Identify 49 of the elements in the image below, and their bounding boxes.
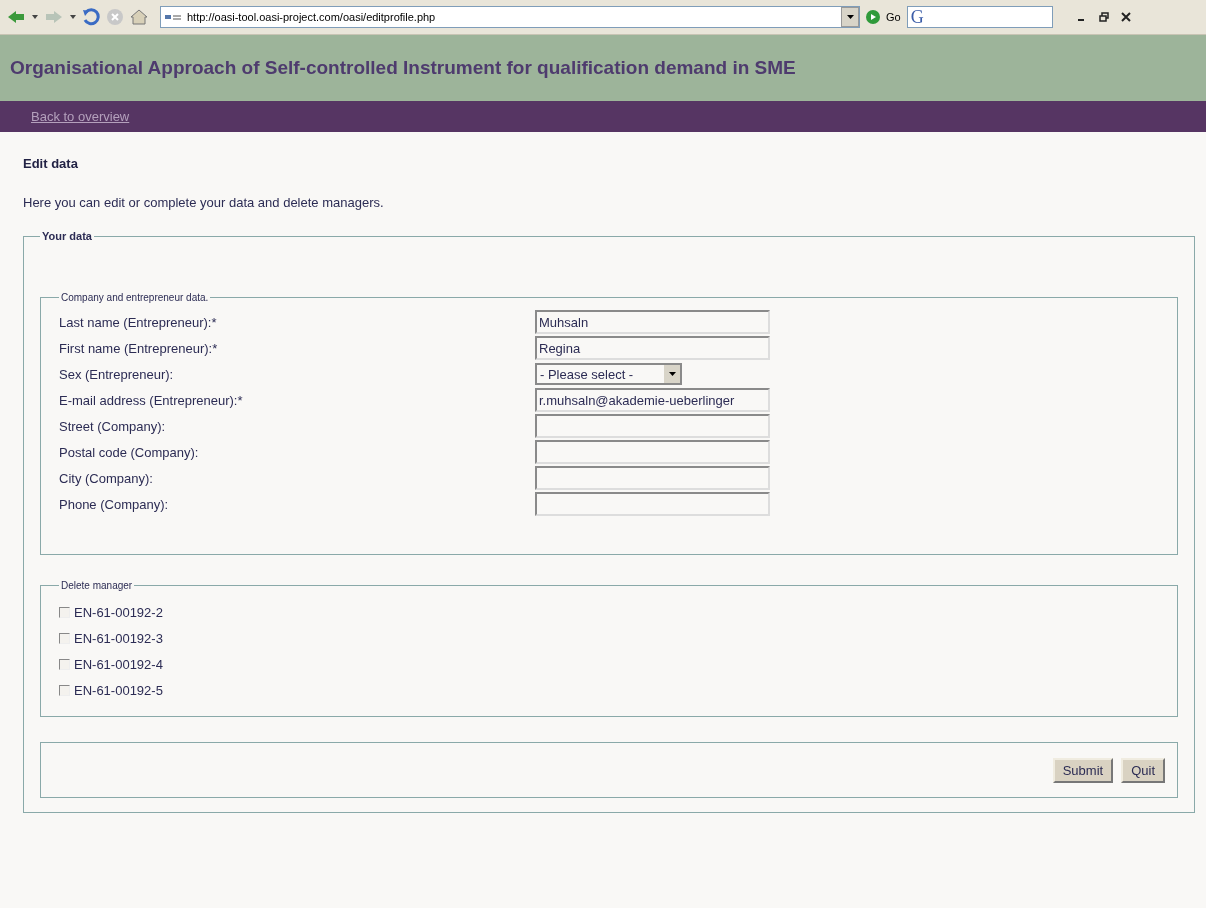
panel-legend: Your data bbox=[40, 230, 94, 242]
input-field[interactable] bbox=[535, 414, 770, 438]
field-label: Postal code (Company): bbox=[59, 444, 200, 460]
select-dropdown[interactable]: - Please select - bbox=[535, 363, 682, 385]
back-arrow-icon[interactable] bbox=[6, 9, 26, 25]
panel-legend: Company and entrepreneur data. bbox=[59, 292, 211, 303]
address-bar[interactable]: http://oasi-tool.oasi-project.com/oasi/editprofile.php bbox=[160, 6, 860, 28]
manager-label: EN-61-00192-5 bbox=[74, 682, 163, 698]
go-icon[interactable] bbox=[866, 10, 880, 24]
input-field[interactable]: r.muhsaln@akademie-ueberlinger bbox=[535, 388, 770, 412]
form-button[interactable]: Submit bbox=[1052, 757, 1114, 783]
checkbox[interactable] bbox=[59, 658, 70, 670]
field-label: Street (Company): bbox=[59, 418, 167, 434]
input-field[interactable] bbox=[535, 492, 770, 516]
search-field[interactable]: G bbox=[906, 6, 1053, 28]
restore-icon[interactable] bbox=[1098, 12, 1109, 22]
panel-legend: Delete manager bbox=[59, 580, 135, 591]
go-button[interactable]: Go bbox=[886, 11, 901, 23]
page-icon bbox=[165, 12, 181, 22]
field-label: Phone (Company): bbox=[59, 496, 170, 512]
site-title: Organisational Approach of Self-controlled Instrument for qualification demand in SME bbox=[10, 57, 796, 79]
input-field[interactable] bbox=[535, 466, 770, 490]
checkbox[interactable] bbox=[59, 632, 70, 644]
caret-icon bbox=[664, 365, 680, 383]
input-field[interactable]: Muhsaln bbox=[535, 310, 770, 334]
home-icon[interactable] bbox=[130, 8, 148, 26]
page-heading: Edit data bbox=[23, 156, 79, 171]
caret-icon[interactable] bbox=[70, 15, 76, 19]
input-field[interactable] bbox=[535, 440, 770, 464]
dropdown-button[interactable] bbox=[841, 7, 859, 27]
caret-icon[interactable] bbox=[32, 15, 38, 19]
caret-icon bbox=[846, 15, 854, 19]
field-label: First name (Entrepreneur):* bbox=[59, 340, 219, 356]
manager-label: EN-61-00192-2 bbox=[74, 604, 163, 620]
intro-text: Here you can edit or complete your data and delete managers. bbox=[23, 195, 385, 210]
field-label: City (Company): bbox=[59, 470, 154, 486]
field-label: Last name (Entrepreneur):* bbox=[59, 314, 218, 330]
field-label: E-mail address (Entrepreneur):* bbox=[59, 392, 244, 408]
manager-label: EN-61-00192-4 bbox=[74, 656, 163, 672]
refresh-icon[interactable] bbox=[82, 8, 100, 26]
checkbox[interactable] bbox=[59, 684, 70, 696]
manager-label: EN-61-00192-3 bbox=[74, 630, 163, 646]
input-field[interactable]: Regina bbox=[535, 336, 770, 360]
field-label: Sex (Entrepreneur): bbox=[59, 366, 175, 382]
stop-icon[interactable] bbox=[106, 8, 124, 26]
close-icon[interactable] bbox=[1120, 12, 1131, 22]
form-button[interactable]: Quit bbox=[1121, 757, 1165, 783]
back-link[interactable]: Back to overview bbox=[31, 109, 130, 124]
checkbox[interactable] bbox=[59, 606, 70, 618]
